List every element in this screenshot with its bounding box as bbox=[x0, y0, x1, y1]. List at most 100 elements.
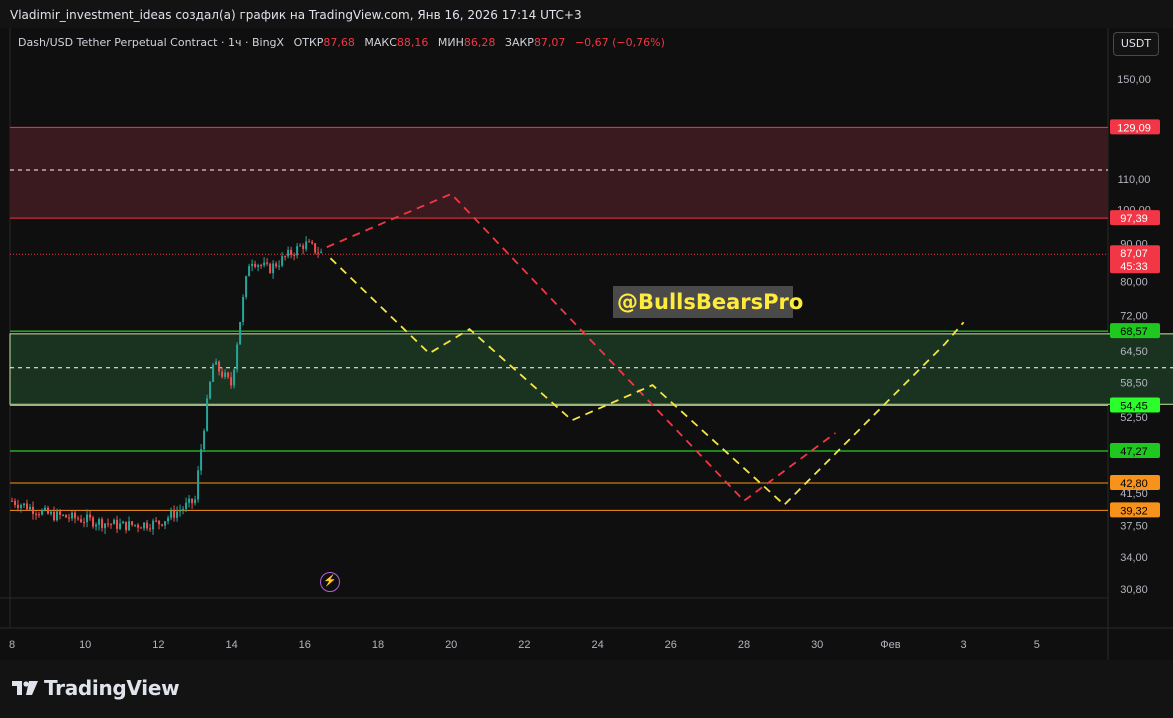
price-label-text: 47,27 bbox=[1120, 446, 1148, 458]
candle-body bbox=[164, 521, 167, 526]
candle-body bbox=[206, 398, 209, 431]
time-tick-label: 20 bbox=[445, 639, 457, 651]
candle-body bbox=[44, 507, 47, 511]
candle-body bbox=[242, 297, 245, 322]
candle-body bbox=[236, 344, 239, 370]
candle-body bbox=[284, 256, 287, 258]
candle-body bbox=[83, 522, 86, 524]
candle-body bbox=[257, 265, 260, 267]
price-tick-label: 34,00 bbox=[1120, 552, 1148, 564]
candle-body bbox=[110, 523, 113, 525]
candle-body bbox=[179, 510, 182, 512]
candle-body bbox=[170, 510, 173, 518]
candle-body bbox=[11, 500, 13, 502]
candle-body bbox=[14, 500, 17, 505]
candle-body bbox=[53, 511, 56, 521]
candle-body bbox=[209, 381, 212, 399]
time-tick-label: 3 bbox=[961, 639, 967, 651]
candle-body bbox=[293, 254, 296, 256]
time-tick-label: 30 bbox=[811, 639, 823, 651]
close-value: 87,07 bbox=[533, 36, 566, 49]
high-value: 88,16 bbox=[396, 36, 429, 49]
price-tick-label: 30,80 bbox=[1120, 584, 1148, 596]
candle-body bbox=[29, 506, 32, 510]
candle-body bbox=[26, 503, 29, 510]
candle-body bbox=[245, 276, 248, 298]
candle-body bbox=[116, 519, 119, 529]
currency-button[interactable]: USDT bbox=[1113, 32, 1159, 56]
candle-body bbox=[65, 514, 68, 518]
candle-body bbox=[194, 499, 197, 504]
candle-body bbox=[173, 510, 176, 518]
price-tick-label: 150,00 bbox=[1117, 74, 1151, 86]
time-tick-label: 26 bbox=[665, 639, 677, 651]
candle-body bbox=[143, 522, 146, 529]
candle-body bbox=[86, 514, 89, 523]
candle-body bbox=[233, 369, 236, 386]
candle-body bbox=[296, 246, 299, 256]
candle-body bbox=[128, 521, 131, 531]
candle-body bbox=[281, 256, 284, 266]
price-tick-label: 37,50 bbox=[1120, 521, 1148, 533]
close-label: ЗАКР bbox=[504, 36, 534, 49]
candle-body bbox=[254, 263, 257, 267]
price-label-text: 87,07 bbox=[1120, 248, 1148, 260]
candle-body bbox=[74, 512, 77, 519]
price-chart[interactable]: 150,00110,00100,0090,0080,0072,0064,5058… bbox=[0, 0, 1173, 660]
candle-body bbox=[203, 430, 206, 450]
candle-body bbox=[263, 262, 266, 266]
candle-body bbox=[227, 372, 230, 378]
price-tick-label: 58,50 bbox=[1120, 377, 1148, 389]
time-tick-label: 14 bbox=[225, 639, 237, 651]
candle-body bbox=[80, 519, 83, 523]
price-label-text: 129,09 bbox=[1117, 122, 1151, 134]
symbol-name: Dash/USD Tether Perpetual Contract · 1ч … bbox=[18, 36, 285, 49]
candle-body bbox=[20, 505, 23, 508]
candle-body bbox=[212, 364, 215, 382]
candle-body bbox=[125, 521, 128, 531]
symbol-info: Dash/USD Tether Perpetual Contract · 1ч … bbox=[18, 36, 665, 49]
price-tick-label: 72,00 bbox=[1120, 310, 1148, 322]
candle-body bbox=[191, 498, 194, 504]
candle-body bbox=[89, 514, 92, 518]
candle-body bbox=[287, 249, 290, 257]
candle-body bbox=[41, 510, 44, 515]
candle-body bbox=[317, 252, 320, 254]
candle-body bbox=[182, 508, 185, 511]
candle-body bbox=[161, 524, 164, 526]
candle-body bbox=[56, 511, 59, 521]
candle-body bbox=[101, 519, 104, 529]
candle-body bbox=[158, 520, 161, 525]
candle-body bbox=[278, 265, 281, 267]
candle-body bbox=[290, 249, 293, 255]
candle-body bbox=[113, 519, 116, 525]
candle-body bbox=[167, 517, 170, 522]
price-label-text: 39,32 bbox=[1120, 505, 1148, 517]
candle-body bbox=[47, 507, 50, 514]
candle-body bbox=[185, 502, 188, 509]
candle-body bbox=[95, 524, 98, 527]
candle-body bbox=[275, 263, 278, 267]
candle-body bbox=[269, 263, 272, 274]
tradingview-logo[interactable]: TradingView bbox=[12, 676, 180, 700]
price-tick-label: 52,50 bbox=[1120, 412, 1148, 424]
candle-body bbox=[299, 245, 302, 247]
price-tick-label: 80,00 bbox=[1120, 277, 1148, 289]
candle-body bbox=[140, 527, 143, 529]
price-label-text: 68,57 bbox=[1120, 326, 1148, 338]
candle-body bbox=[71, 512, 74, 519]
lightning-icon[interactable]: ⚡ bbox=[320, 572, 340, 592]
time-tick-label: 18 bbox=[372, 639, 384, 651]
candle-body bbox=[32, 506, 35, 514]
time-tick-label: 5 bbox=[1034, 639, 1040, 651]
candle-body bbox=[239, 321, 242, 345]
candle-body bbox=[200, 449, 203, 471]
support-zone bbox=[9, 333, 1173, 405]
candle-body bbox=[266, 262, 269, 264]
watermark-text: @BullsBearsPro bbox=[613, 286, 803, 318]
time-tick-label: 10 bbox=[79, 639, 91, 651]
candle-body bbox=[35, 513, 38, 515]
candle-body bbox=[302, 245, 305, 249]
time-tick-label: 16 bbox=[299, 639, 311, 651]
candle-body bbox=[137, 524, 140, 528]
